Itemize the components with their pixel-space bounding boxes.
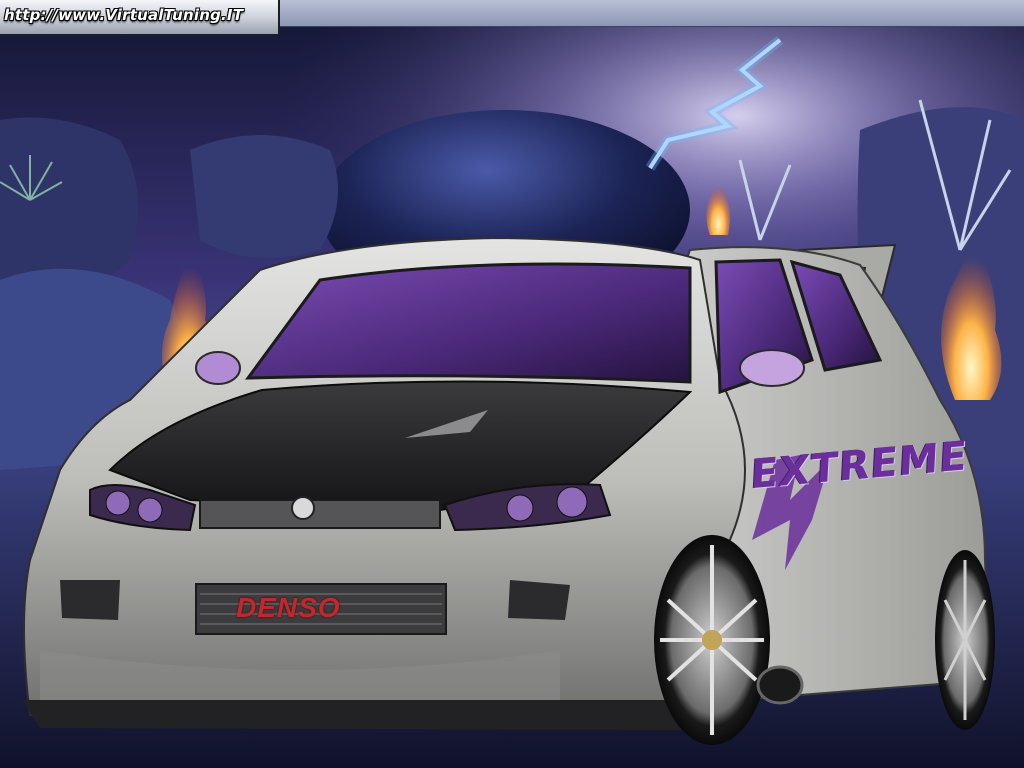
fog-intake-left <box>60 580 120 620</box>
car-wallpaper-artwork <box>0 26 1024 768</box>
exhaust-tip <box>756 665 804 705</box>
upper-grille <box>199 499 441 529</box>
fog-intake-right <box>508 580 570 620</box>
alfa-romeo-badge-icon <box>291 496 315 520</box>
rear-wheel <box>935 550 995 730</box>
denso-decal: DENSO <box>236 592 341 623</box>
mirror-right <box>739 349 805 387</box>
front-wheel <box>654 535 770 745</box>
rocks-mid <box>190 135 338 258</box>
front-splitter <box>22 700 700 730</box>
watermark-banner: http://www.VirtualTuning.IT <box>0 0 280 36</box>
mirror-left <box>195 351 241 385</box>
watermark-url: http://www.VirtualTuning.IT <box>4 6 244 24</box>
top-banner-strip <box>280 0 1024 27</box>
wallpaper-scene: http://www.VirtualTuning.IT EXTREME DENS… <box>0 0 1024 768</box>
